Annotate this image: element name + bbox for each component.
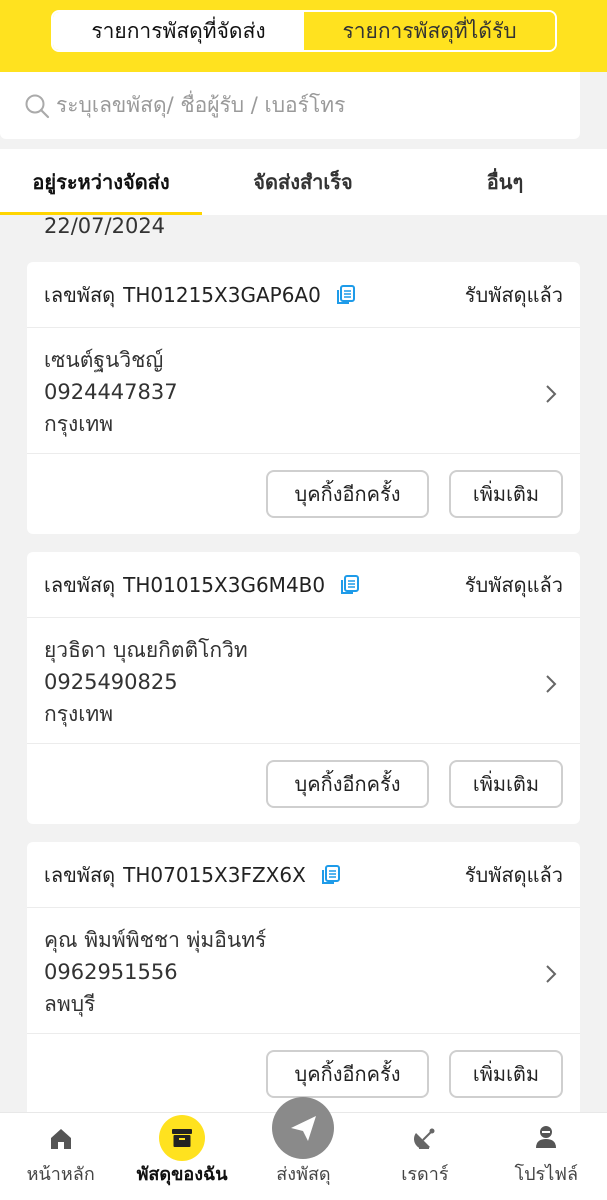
recipient-info[interactable]: ยุวธิดา บุณยกิตติโกวิท 0925490825 กรุงเท… [27,618,580,744]
parcel-card: เลขพัสดุ TH07015X3FZX6X รับพัสดุแล้ว คุณ… [27,842,580,1112]
profile-icon [536,1126,557,1148]
send-icon [272,1097,335,1159]
chevron-right-icon[interactable] [544,383,558,405]
copy-icon[interactable] [320,864,342,886]
radar-icon [413,1128,435,1149]
search-input[interactable]: ระบุเลขพัสดุ/ ชื่อผู้รับ / เบอร์โทร [56,89,345,122]
recipient-name: เซนต์ฐนวิชญ์ [44,348,164,372]
tab-received-parcels[interactable]: รายการพัสดุที่ได้รับ [304,12,555,50]
home-icon [50,1129,71,1149]
tracking-label: เลขพัสดุ [44,282,116,307]
tab-in-transit[interactable]: อยู่ระหว่างจัดส่ง [0,149,202,215]
rebook-button[interactable]: บุคกิ้งอีกครั้ง [266,1050,429,1098]
recipient-phone: 0925490825 [44,670,178,694]
status-badge: รับพัสดุแล้ว [464,862,563,887]
recipient-phone: 0924447837 [44,380,178,404]
status-badge: รับพัสดุแล้ว [464,572,563,597]
copy-icon[interactable] [339,574,361,596]
more-button[interactable]: เพิ่มเติม [449,470,563,518]
parcel-card-header: เลขพัสดุ TH01215X3GAP6A0 รับพัสดุแล้ว [27,262,580,328]
parcel-card: เลขพัสดุ TH01215X3GAP6A0 รับพัสดุแล้ว เซ… [27,262,580,534]
card-actions: บุคกิ้งอีกครั้ง เพิ่มเติม [27,744,580,824]
tracking-number: TH01215X3GAP6A0 [123,282,321,307]
chevron-right-icon[interactable] [544,673,558,695]
status-badge: รับพัสดุแล้ว [464,282,563,307]
rebook-button[interactable]: บุคกิ้งอีกครั้ง [266,760,429,808]
search-icon [25,94,50,118]
tab-delivered[interactable]: จัดส่งสำเร็จ [202,149,404,215]
parcel-type-switch: รายการพัสดุที่จัดส่ง รายการพัสดุที่ได้รั… [51,10,557,52]
nav-send-parcel[interactable]: ส่งพัสดุ [243,1097,364,1200]
tracking-label: เลขพัสดุ [44,572,116,597]
more-button[interactable]: เพิ่มเติม [449,760,563,808]
nav-label: หน้าหลัก [26,1164,95,1185]
tracking-number: TH07015X3FZX6X [123,862,306,887]
status-tabs: อยู่ระหว่างจัดส่ง จัดส่งสำเร็จ อื่นๆ [0,149,607,215]
nav-radar[interactable]: เรดาร์ [364,1113,485,1200]
parcel-card-header: เลขพัสดุ TH07015X3FZX6X รับพัสดุแล้ว [27,842,580,908]
nav-label: ส่งพัสดุ [276,1164,331,1185]
recipient-info[interactable]: เซนต์ฐนวิชญ์ 0924447837 กรุงเทพ [27,328,580,454]
nav-profile[interactable]: โปรไฟล์ [486,1113,607,1200]
card-actions: บุคกิ้งอีกครั้ง เพิ่มเติม [27,454,580,534]
date-heading: 22/07/2024 [44,214,166,238]
tracking-label: เลขพัสดุ [44,862,116,887]
top-header: รายการพัสดุที่จัดส่ง รายการพัสดุที่ได้รั… [0,0,607,72]
nav-my-parcels[interactable]: พัสดุของฉัน [121,1113,242,1200]
more-button[interactable]: เพิ่มเติม [449,1050,563,1098]
chevron-right-icon[interactable] [544,963,558,985]
copy-icon[interactable] [335,284,357,306]
search-bar[interactable]: ระบุเลขพัสดุ/ ชื่อผู้รับ / เบอร์โทร [0,72,580,139]
recipient-province: ลพบุรี [44,992,96,1016]
recipient-phone: 0962951556 [44,960,178,984]
tab-sent-parcels[interactable]: รายการพัสดุที่จัดส่ง [53,12,304,50]
nav-label: โปรไฟล์ [514,1164,579,1185]
box-icon [159,1115,206,1161]
nav-label: เรดาร์ [401,1164,449,1185]
recipient-info[interactable]: คุณ พิมพ์พิชชา พุ่มอินทร์ 0962951556 ลพบ… [27,908,580,1034]
recipient-province: กรุงเทพ [44,412,114,436]
parcel-card-header: เลขพัสดุ TH01015X3G6M4B0 รับพัสดุแล้ว [27,552,580,618]
recipient-name: คุณ พิมพ์พิชชา พุ่มอินทร์ [44,928,267,952]
nav-label: พัสดุของฉัน [136,1164,228,1185]
tab-others[interactable]: อื่นๆ [404,149,606,215]
recipient-province: กรุงเทพ [44,702,114,726]
recipient-name: ยุวธิดา บุณยกิตติโกวิท [44,638,248,662]
nav-home[interactable]: หน้าหลัก [0,1113,121,1200]
rebook-button[interactable]: บุคกิ้งอีกครั้ง [266,470,429,518]
bottom-navigation: หน้าหลัก พัสดุของฉัน ส่งพัสดุ เรดาร์ โปร… [0,1097,607,1200]
tracking-number: TH01015X3G6M4B0 [123,572,326,597]
parcel-card: เลขพัสดุ TH01015X3G6M4B0 รับพัสดุแล้ว ยุ… [27,552,580,824]
